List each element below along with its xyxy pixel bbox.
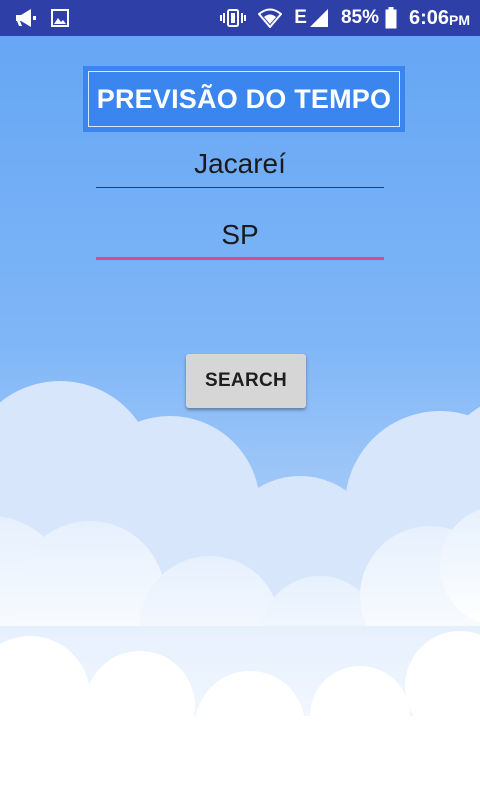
image-icon [50, 8, 70, 28]
clock: 6:06 PM [409, 7, 470, 30]
app-title-frame: PREVISÃO DO TEMPO [88, 71, 400, 127]
battery-percent: 85% [340, 7, 379, 28]
signal-icon [309, 8, 329, 28]
state-field[interactable] [96, 212, 384, 260]
status-bar: E 85% 6:06 PM [0, 0, 480, 36]
status-ampm: PM [449, 12, 470, 28]
search-button[interactable]: SEARCH [186, 354, 306, 408]
status-right: E 85% 6:06 PM [220, 7, 470, 30]
status-left [14, 8, 70, 28]
network-e-icon: E [294, 7, 307, 28]
city-input[interactable] [96, 147, 384, 180]
city-field[interactable] [96, 140, 384, 188]
weather-screen: PREVISÃO DO TEMPO SEARCH [0, 36, 480, 800]
app-title: PREVISÃO DO TEMPO [96, 83, 392, 114]
status-time: 6:06 [408, 6, 449, 29]
vibrate-icon [220, 8, 247, 28]
app-title-box: PREVISÃO DO TEMPO [83, 66, 405, 132]
battery-icon [385, 7, 397, 29]
wifi-icon [258, 8, 283, 28]
state-input[interactable] [96, 218, 384, 251]
megaphone-icon [14, 8, 38, 28]
